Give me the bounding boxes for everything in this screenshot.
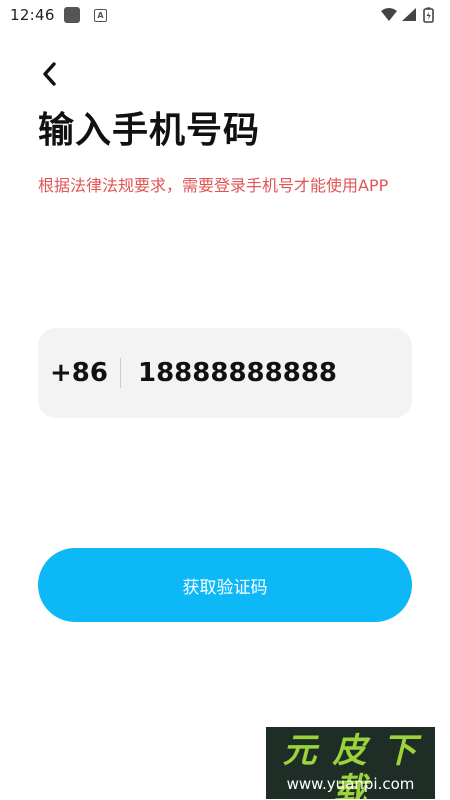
page-title: 输入手机号码 xyxy=(38,110,261,151)
site-watermark: 元 皮 下 载 www.yuanpi.com xyxy=(266,727,435,799)
status-right-icons xyxy=(380,6,442,24)
signal-icon xyxy=(402,8,416,21)
phone-divider xyxy=(120,358,121,388)
notification-square-icon xyxy=(64,7,80,23)
status-time: 12:46 xyxy=(10,6,55,24)
status-bar: 12:46 A xyxy=(0,0,450,30)
back-button[interactable] xyxy=(34,54,74,94)
legal-notice: 根据法律法规要求，需要登录手机号才能使用APP xyxy=(38,176,389,195)
phone-input-group: +86 xyxy=(38,328,412,418)
get-verification-code-button[interactable]: 获取验证码 xyxy=(38,548,412,622)
notification-a-icon: A xyxy=(94,9,107,22)
wifi-icon xyxy=(381,8,397,21)
battery-icon xyxy=(423,7,434,23)
phone-number-input[interactable] xyxy=(138,328,398,418)
country-code[interactable]: +86 xyxy=(50,328,108,418)
back-arrow-icon xyxy=(43,62,56,86)
watermark-url: www.yuanpi.com xyxy=(286,775,415,793)
